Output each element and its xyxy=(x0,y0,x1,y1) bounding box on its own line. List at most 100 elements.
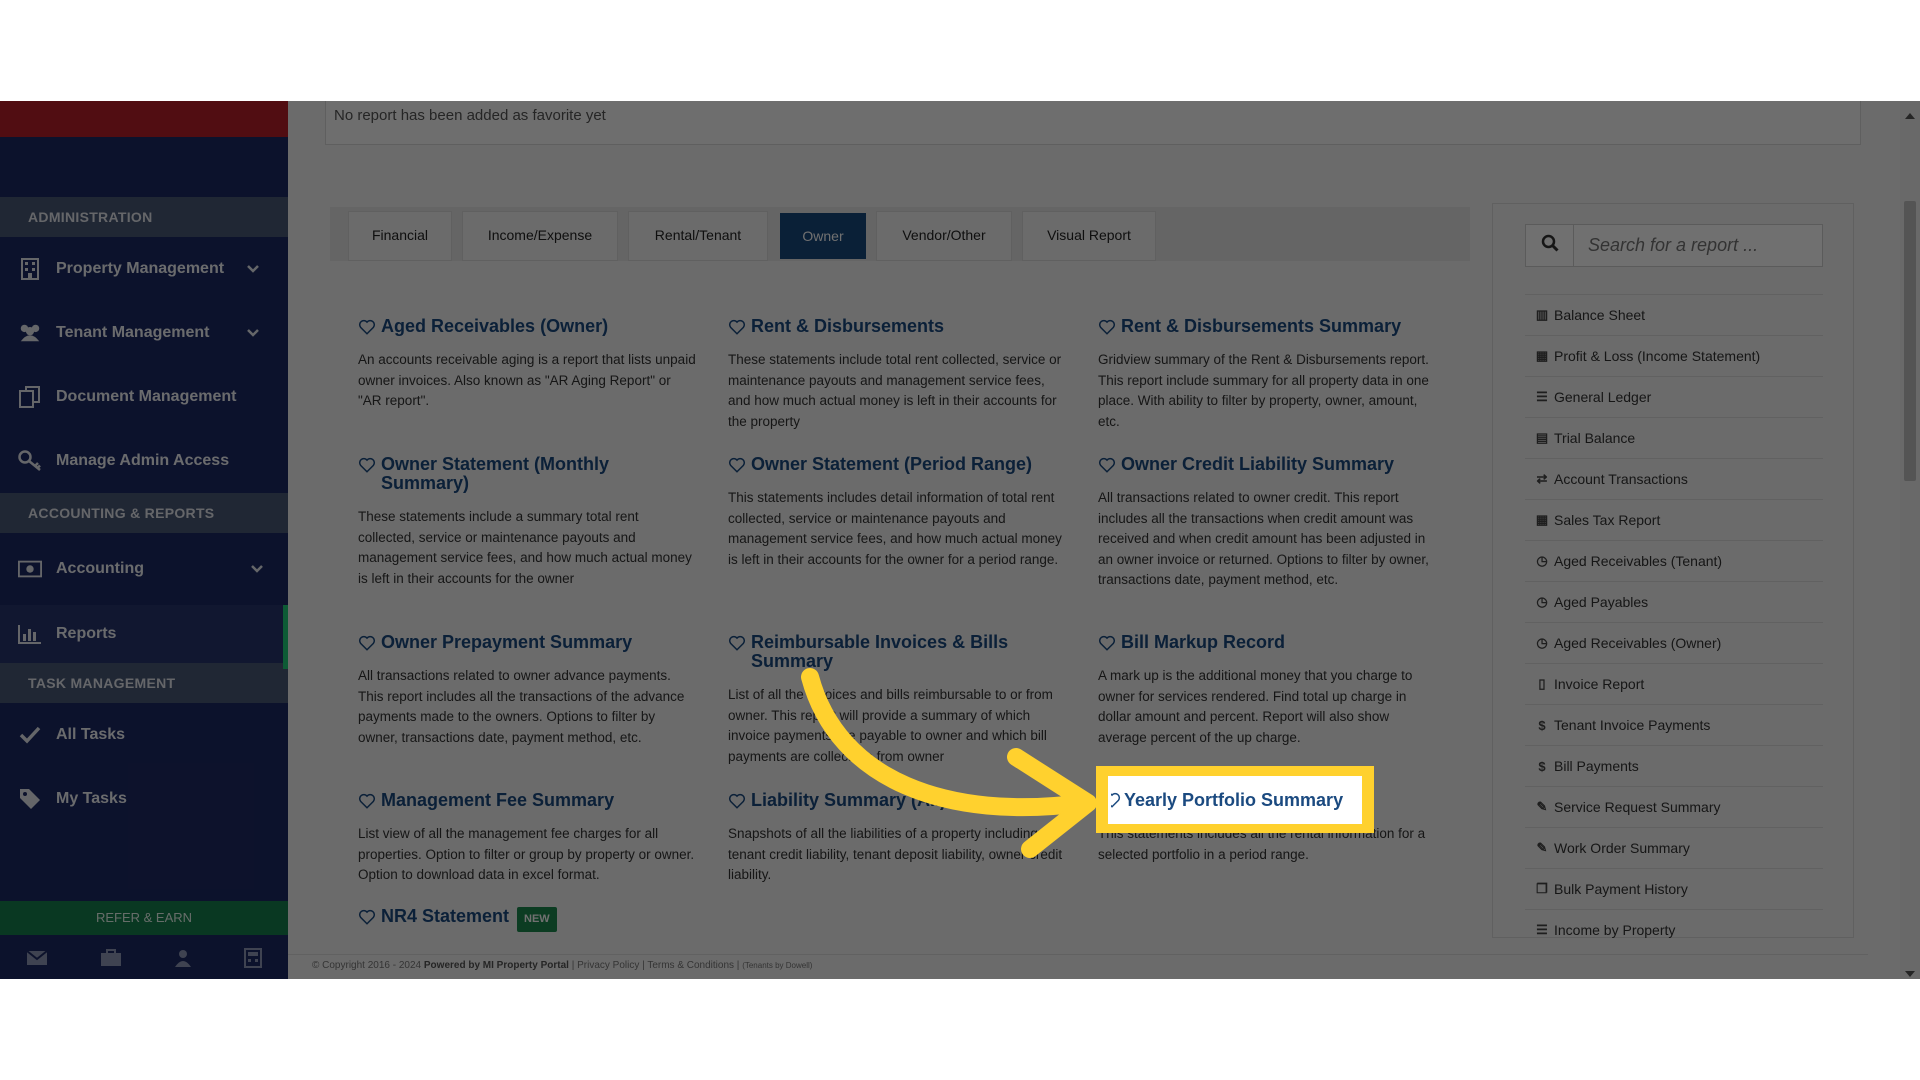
scroll-up-arrow[interactable] xyxy=(1905,107,1915,125)
report-link[interactable]: Rent & Disbursements xyxy=(728,317,1068,336)
check-icon xyxy=(18,723,42,747)
report-link[interactable]: Owner Statement (Period Range) xyxy=(728,455,1068,474)
quick-link-item[interactable]: ☰ Income by Property xyxy=(1525,909,1823,950)
quick-link-item[interactable]: ◷ Aged Receivables (Owner) xyxy=(1525,622,1823,663)
report-link[interactable]: Aged Receivables (Owner) xyxy=(358,317,698,336)
heart-icon[interactable] xyxy=(728,634,746,652)
page-scrollbar[interactable] xyxy=(1900,101,1920,979)
quick-link-item[interactable]: ▦ Sales Tax Report xyxy=(1525,499,1823,540)
report-title[interactable]: Aged Receivables (Owner) xyxy=(381,317,608,336)
report-link[interactable]: Reimbursable Invoices & Bills Summary xyxy=(728,633,1068,671)
quick-link-label: Sales Tax Report xyxy=(1554,512,1661,528)
quick-link-label: Invoice Report xyxy=(1554,676,1645,692)
report-title[interactable]: Rent & Disbursements xyxy=(751,317,944,336)
report-title[interactable]: Management Fee Summary xyxy=(381,791,614,810)
heart-icon[interactable] xyxy=(728,456,746,474)
heart-icon[interactable] xyxy=(728,792,746,810)
report-link[interactable]: Bill Markup Record xyxy=(1098,633,1438,652)
report-title[interactable]: Owner Credit Liability Summary xyxy=(1121,455,1394,474)
quick-link-item[interactable]: ▤ Trial Balance xyxy=(1525,417,1823,458)
sidebar-item-document-management[interactable]: Document Management xyxy=(0,365,288,429)
sidebar-item-property-management[interactable]: Property Management xyxy=(0,237,288,301)
tab-rental-tenant[interactable]: Rental/Tenant xyxy=(628,211,768,261)
scroll-thumb[interactable] xyxy=(1904,201,1916,481)
heart-icon[interactable] xyxy=(358,792,376,810)
quick-link-item[interactable]: ◷ Aged Receivables (Tenant) xyxy=(1525,540,1823,581)
exchange-icon: ⇄ xyxy=(1536,471,1548,486)
report-link[interactable]: Owner Prepayment Summary xyxy=(358,633,698,652)
report-title[interactable]: NR4 Statement xyxy=(381,907,509,926)
chevron-down-icon xyxy=(246,261,260,279)
powered-by-link[interactable]: Powered by MI Property Portal xyxy=(424,960,569,971)
quick-link-item[interactable]: ▦ Profit & Loss (Income Statement) xyxy=(1525,335,1823,376)
report-title[interactable]: Owner Statement (Period Range) xyxy=(751,455,1032,474)
tab-income-expense[interactable]: Income/Expense xyxy=(462,211,618,261)
tab-vendor-other[interactable]: Vendor/Other xyxy=(876,211,1012,261)
heart-icon[interactable] xyxy=(728,318,746,336)
quick-link-item[interactable]: $ Bill Payments xyxy=(1525,745,1823,786)
sidebar-item-manage-admin-access[interactable]: Manage Admin Access xyxy=(0,429,288,493)
user-icon[interactable] xyxy=(174,949,192,972)
quick-link-item[interactable]: ▯ Invoice Report xyxy=(1525,663,1823,704)
heart-icon[interactable] xyxy=(1098,634,1116,652)
heart-icon[interactable] xyxy=(358,456,376,474)
quick-link-item[interactable]: ❐ Bulk Payment History xyxy=(1525,868,1823,909)
quick-link-item[interactable]: ✎ Work Order Summary xyxy=(1525,827,1823,868)
mail-icon[interactable] xyxy=(26,949,48,971)
tab-financial[interactable]: Financial xyxy=(348,211,452,261)
report-link[interactable]: Owner Statement (Monthly Summary) xyxy=(358,455,698,493)
terms-link[interactable]: Terms & Conditions xyxy=(647,960,734,971)
sidebar-item-label: Manage Admin Access xyxy=(56,452,230,469)
heart-icon[interactable] xyxy=(358,908,376,926)
report-title[interactable]: Rent & Disbursements Summary xyxy=(1121,317,1401,336)
quick-link-label: General Ledger xyxy=(1554,389,1652,405)
report-description: All transactions related to owner advanc… xyxy=(358,668,685,745)
heart-icon[interactable] xyxy=(1098,456,1116,474)
report-title[interactable]: Owner Statement (Monthly Summary) xyxy=(381,455,698,493)
briefcase-icon[interactable] xyxy=(100,948,122,972)
report-description: These statements include total rent coll… xyxy=(728,352,1062,429)
tenants-credit: (Tenants by Dowell) xyxy=(742,961,813,970)
sidebar-top-bar xyxy=(0,101,288,137)
privacy-policy-link[interactable]: Privacy Policy xyxy=(577,960,639,971)
report-title[interactable]: Reimbursable Invoices & Bills Summary xyxy=(751,633,1068,671)
sidebar-item-label: Property Management xyxy=(56,260,225,277)
report-link[interactable]: NR4 Statement NEW xyxy=(358,907,698,932)
clock-icon: ◷ xyxy=(1536,553,1548,568)
report-card: Owner Prepayment Summary All transaction… xyxy=(358,633,698,748)
heart-icon[interactable] xyxy=(358,634,376,652)
heart-icon[interactable] xyxy=(1111,791,1121,809)
yearly-portfolio-summary-link[interactable]: Yearly Portfolio Summary xyxy=(1108,776,1362,824)
refer-earn-button[interactable]: REFER & EARN xyxy=(0,901,288,935)
sidebar-item-accounting[interactable]: Accounting xyxy=(0,533,288,605)
quick-link-item[interactable]: $ Tenant Invoice Payments xyxy=(1525,704,1823,745)
report-title[interactable]: Bill Markup Record xyxy=(1121,633,1285,652)
sidebar-item-tenant-management[interactable]: Tenant Management xyxy=(0,301,288,365)
quick-link-label: Bill Payments xyxy=(1554,758,1639,774)
quick-link-item[interactable]: ⇄ Account Transactions xyxy=(1525,458,1823,499)
heart-icon[interactable] xyxy=(1098,318,1116,336)
documents-icon xyxy=(18,385,42,409)
sidebar-item-reports[interactable]: Reports xyxy=(0,605,288,669)
quick-link-item[interactable]: ◷ Aged Payables xyxy=(1525,581,1823,622)
report-link[interactable]: Management Fee Summary xyxy=(358,791,698,810)
quick-link-item[interactable]: ✎ Service Request Summary xyxy=(1525,786,1823,827)
quick-link-item[interactable]: ☰ General Ledger xyxy=(1525,376,1823,417)
report-link[interactable]: Owner Credit Liability Summary xyxy=(1098,455,1438,474)
report-title[interactable]: Yearly Portfolio Summary xyxy=(1124,790,1343,811)
tab-owner[interactable]: Owner xyxy=(780,213,866,259)
sidebar-item-all-tasks[interactable]: All Tasks xyxy=(0,703,288,767)
report-link[interactable]: Rent & Disbursements Summary xyxy=(1098,317,1438,336)
search-button[interactable] xyxy=(1525,224,1574,267)
report-card: Owner Statement (Monthly Summary) These … xyxy=(358,455,698,589)
heart-icon[interactable] xyxy=(358,318,376,336)
report-title[interactable]: Owner Prepayment Summary xyxy=(381,633,632,652)
quick-link-item[interactable]: ▥ Balance Sheet xyxy=(1525,294,1823,335)
scroll-down-arrow[interactable] xyxy=(1905,965,1915,979)
chevron-down-icon xyxy=(250,561,264,579)
sidebar-item-my-tasks[interactable]: My Tasks xyxy=(0,767,288,831)
search-icon xyxy=(1541,234,1559,257)
calculator-icon[interactable] xyxy=(244,947,262,973)
tab-visual-report[interactable]: Visual Report xyxy=(1022,211,1156,261)
search-input[interactable] xyxy=(1574,224,1823,267)
